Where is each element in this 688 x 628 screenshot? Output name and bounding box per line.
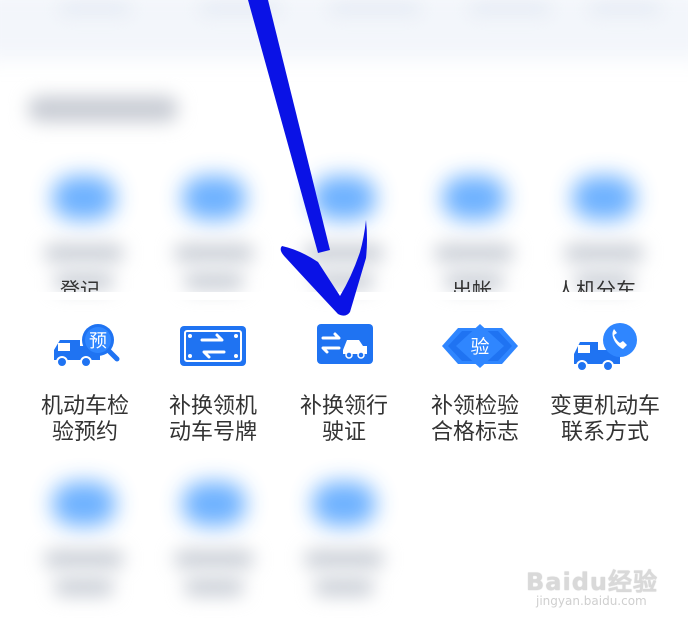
blurred-service-row-1 (0, 176, 688, 296)
service-label: 机动车检 验预约 (40, 394, 129, 445)
vehicle-license-swap-icon (309, 320, 379, 376)
blurred-service[interactable] (24, 482, 144, 602)
service-replace-license[interactable]: 补换领行 驶证 (279, 320, 409, 460)
blurred-service[interactable] (154, 482, 274, 602)
service-label: 补领检验 合格标志 (430, 394, 519, 442)
divider-mask (0, 292, 688, 300)
inspection-badge: 预 (89, 331, 107, 352)
screen: 登记 出帐 人机分车 预 机动车检 验预约 补换领机 动车号牌 补换领行 驶证 … (0, 0, 688, 628)
service-replace-plate[interactable]: 补换领机 动车号牌 (148, 320, 278, 460)
blurred-service[interactable] (284, 176, 404, 296)
blurred-service[interactable] (284, 482, 404, 602)
service-inspection-appointment[interactable]: 预 机动车检 验预约 (20, 320, 150, 460)
service-label: 补换领机 动车号牌 (168, 394, 257, 445)
inspection-mark-badge: 验 (470, 336, 489, 358)
blurred-service[interactable] (24, 176, 144, 296)
service-label: 补换领行 驶证 (299, 394, 388, 445)
license-plate-swap-icon (178, 320, 248, 376)
baidu-watermark: Baidu经验 jingyan.baidu.com (526, 560, 676, 618)
inspection-diamond-icon: 验 (440, 320, 518, 376)
top-blurred-items (0, 0, 688, 40)
blurred-service[interactable] (544, 176, 664, 296)
service-inspection-mark[interactable]: 验 补领检验 合格标志 (410, 320, 540, 460)
section-title-blurred (28, 96, 178, 122)
service-label: 变更机动车 联系方式 (549, 394, 660, 445)
watermark-url: jingyan.baidu.com (536, 594, 647, 608)
blurred-service[interactable] (414, 176, 534, 296)
car-magnifier-icon: 预 (50, 320, 120, 376)
watermark-brand: Baidu经验 (526, 568, 658, 596)
blurred-service[interactable] (154, 176, 274, 296)
car-phone-icon (570, 320, 640, 376)
service-change-contact[interactable]: 变更机动车 联系方式 (540, 320, 670, 460)
